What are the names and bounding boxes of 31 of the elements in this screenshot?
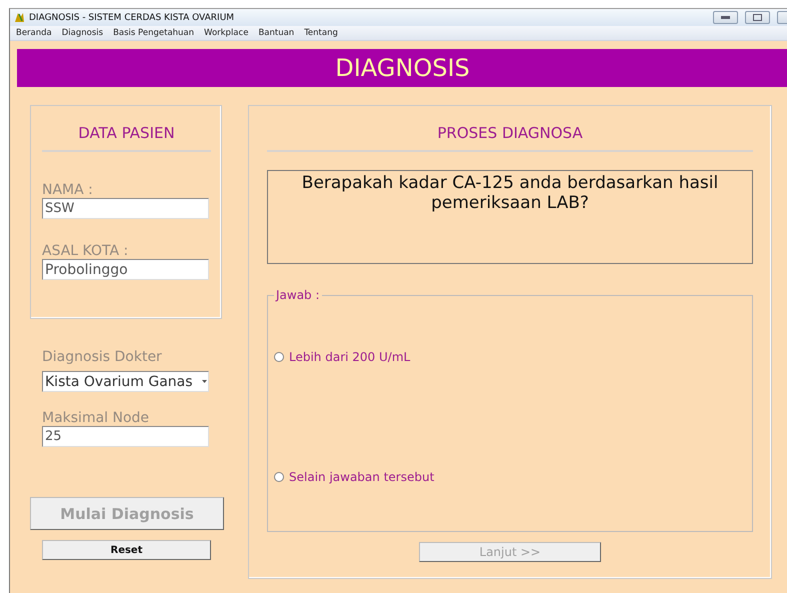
question-box: Berapakah kadar CA-125 anda berdasarkan hasil pemeriksaan LAB? [267,170,753,264]
app-icon [14,12,25,23]
reset-button[interactable]: Reset [42,540,211,560]
input-field[interactable]: SSW [42,198,209,219]
group-label: Jawab : [274,288,321,302]
maximize-icon [753,14,762,21]
radio-button[interactable] [274,472,284,482]
minimize-button[interactable] [713,11,738,24]
input-field[interactable]: Probolinggo [42,259,209,280]
minimize-icon [721,16,730,19]
panel-title: DATA PASIEN [42,124,211,152]
input-field[interactable]: 25 [42,426,209,447]
menu-item[interactable]: Bantuan [258,28,294,38]
caret-icon [202,380,207,383]
menu-item[interactable]: Beranda [16,28,52,38]
field-label: NAMA : [42,182,94,198]
menu-item[interactable]: Workplace [204,28,248,38]
window-title: DIAGNOSIS - SISTEM CERDAS KISTA OVARIUM [29,12,236,22]
menu-item[interactable]: Diagnosis [62,28,104,38]
menu-item[interactable]: Tentang [304,28,338,38]
maximize-button[interactable] [745,11,770,24]
page-banner: DIAGNOSIS [17,49,787,87]
field-label: Diagnosis Dokter [42,349,163,365]
radio-button[interactable] [274,352,284,362]
answer-label: Selain jawaban tersebut [289,470,434,484]
answer-label: Lebih dari 200 U/mL [289,350,410,364]
menu-item[interactable]: Basis Pengetahuan [113,28,194,38]
field-label: Maksimal Node [42,410,150,426]
diagnosis-dropdown[interactable]: Kista Ovarium Ganas [42,371,209,392]
field-label: ASAL KOTA : [42,243,130,259]
panel-title: PROSES DIAGNOSA [267,124,753,152]
